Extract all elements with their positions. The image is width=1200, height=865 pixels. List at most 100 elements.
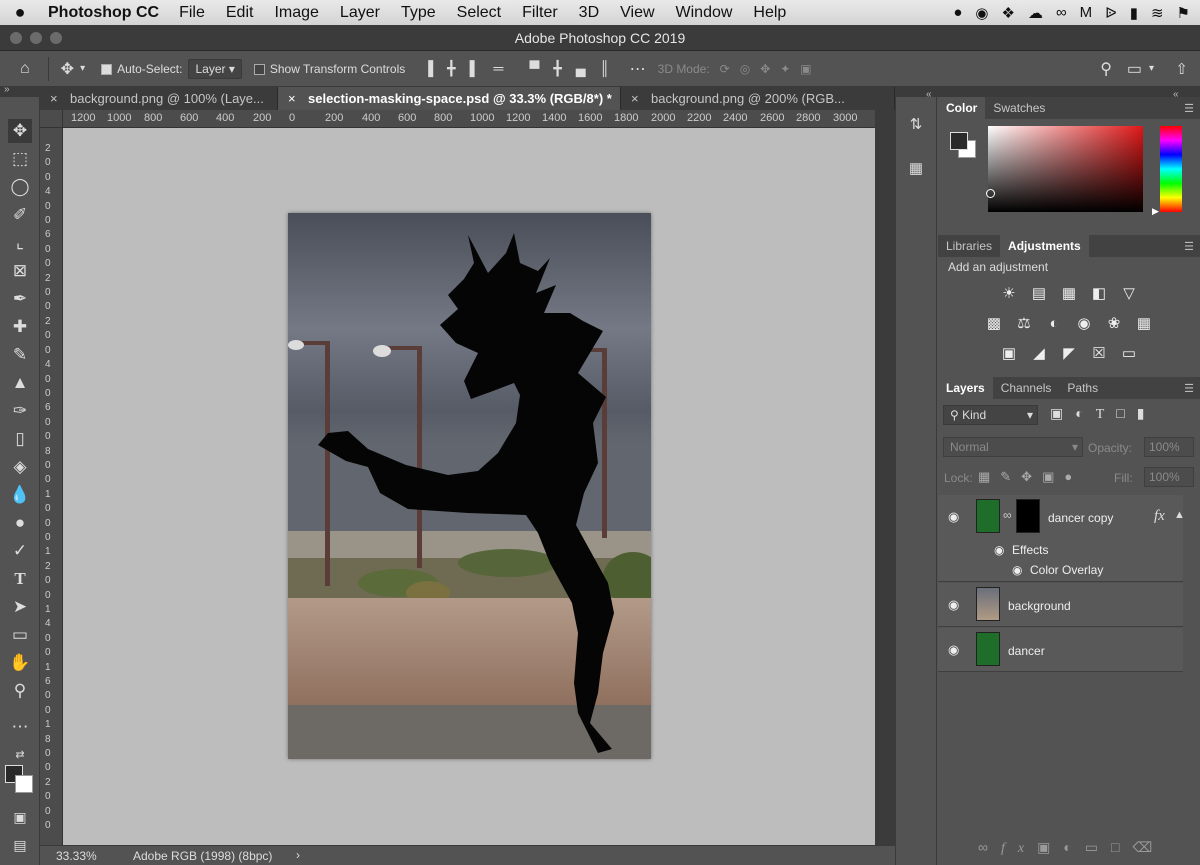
menu-3d[interactable]: 3D [579,4,599,22]
link-icon[interactable]: ∞ [1003,508,1012,522]
brightness-icon[interactable]: ☀ [998,283,1020,305]
more-options-icon[interactable]: ⋯ [630,59,646,79]
panel-menu-icon[interactable]: ☰ [1184,240,1194,253]
auto-select-checkbox[interactable] [101,62,117,76]
zoom-tool-icon[interactable]: ⚲ [8,679,32,703]
effects-eye-icon[interactable]: ◉ [994,543,1004,557]
layers-footer-icons[interactable]: ∞fx▣◐▭□⌫ [938,839,1200,863]
menu-filter[interactable]: Filter [522,4,558,22]
menu-view[interactable]: View [620,4,654,22]
layer-row-dancer[interactable]: ◉ dancer [938,628,1183,672]
color-lookup-icon[interactable]: ▦ [1133,313,1155,335]
crop-tool-icon[interactable]: ⌞ [8,231,32,255]
workspace-icon[interactable]: ▭ [1127,59,1142,79]
color-field[interactable] [988,126,1143,212]
move-tool-icon[interactable]: ✥ [8,119,32,143]
channel-mixer-icon[interactable]: ❀ [1103,313,1125,335]
close-tab-icon[interactable]: × [50,87,58,110]
marquee-tool-icon[interactable]: ⬚ [8,147,32,171]
layer-row-background[interactable]: ◉ background [938,583,1183,627]
tab-libraries[interactable]: Libraries [938,235,1000,257]
tab-channels[interactable]: Channels [993,377,1060,399]
menu-window[interactable]: Window [676,4,733,22]
apple-menu-icon[interactable]: ● [0,2,40,23]
tab-selection-masking-space[interactable]: × selection-masking-space.psd @ 33.3% (RG… [278,87,621,110]
exposure-icon[interactable]: ◧ [1088,283,1110,305]
show-transform-checkbox[interactable] [253,62,270,76]
history-brush-tool-icon[interactable]: ✑ [8,399,32,423]
blend-mode-dropdown[interactable]: Normal ▾ [943,437,1083,457]
m-app-icon[interactable]: M [1080,4,1093,21]
menu-help[interactable]: Help [753,4,786,22]
vibrance-icon[interactable]: ▽ [1118,283,1140,305]
opacity-field[interactable]: 100% [1144,437,1194,457]
filter-kind-dropdown[interactable]: ⚲ Kind ▾ [943,405,1038,425]
hand-tool-icon[interactable]: ✋ [8,651,32,675]
background-color-swatch[interactable] [15,775,33,793]
menu-select[interactable]: Select [457,4,501,22]
quick-mask-icon[interactable]: ▣ [8,805,32,829]
menu-file[interactable]: File [179,4,205,22]
share-icon[interactable]: ⇧ [1175,60,1188,78]
auto-select-dropdown[interactable]: Layer ▾ [188,58,242,79]
tab-background-200[interactable]: × background.png @ 200% (RGB... [621,87,895,110]
blur-tool-icon[interactable]: 💧 [8,483,32,507]
color-overlay-eye-icon[interactable]: ◉ [1012,563,1022,577]
brush-tool-icon[interactable]: ✎ [8,343,32,367]
tab-paths[interactable]: Paths [1059,377,1106,399]
history-panel-icon[interactable]: ⇅ [906,115,926,135]
status-menu-chevron-icon[interactable]: › [296,848,300,862]
eraser-tool-icon[interactable]: ▯ [8,427,32,451]
black-white-icon[interactable]: ◐ [1043,313,1065,335]
layer-name[interactable]: background [1008,599,1071,613]
zoom-window-icon[interactable] [50,32,62,44]
zoom-level[interactable]: 33.33% [56,849,97,863]
eye-icon[interactable]: ◉ [948,597,959,613]
menu-type[interactable]: Type [401,4,436,22]
layer-name[interactable]: dancer [1008,644,1045,658]
layer-row-dancer-copy[interactable]: ◉ ∞ dancer copy fx ▲ ◉ Effects ◉ Color O… [938,495,1185,582]
color-overlay-label[interactable]: Color Overlay [1030,563,1103,577]
properties-panel-icon[interactable]: ▦ [906,159,926,179]
color-picker-handle[interactable] [986,189,995,198]
invert-icon[interactable]: ▣ [998,343,1020,365]
status-circle-icon[interactable]: ● [953,4,962,21]
fg-color-chip[interactable] [950,132,968,150]
posterize-icon[interactable]: ◢ [1028,343,1050,365]
lasso-tool-icon[interactable]: ◯ [8,175,32,199]
screen-mode-icon[interactable]: ▤ [8,833,32,857]
workspace-chevron-icon[interactable]: ▾ [1149,63,1154,74]
lock-icons[interactable]: ▦✎✥▣● [978,469,1082,485]
paint-bucket-tool-icon[interactable]: ◈ [8,455,32,479]
tab-background-100[interactable]: × background.png @ 100% (Laye... [40,87,278,110]
levels-icon[interactable]: ▤ [1028,283,1050,305]
fx-icon[interactable]: fx [1154,508,1165,525]
creative-cloud-icon[interactable]: ∞ [1056,4,1067,21]
pen-tool-icon[interactable]: ✓ [8,539,32,563]
close-tab-icon[interactable]: × [631,87,639,110]
vertical-ruler[interactable]: 2 0 0 4 0 0 6 0 0 2 0 0 2 0 0 4 0 0 6 0 0 8 0 0 1 0 0 0 1 2 0 0 1 4 0 0 1 6 0 0… [40,128,63,845]
app-menu[interactable]: Photoshop CC [48,4,159,22]
dodge-tool-icon[interactable]: ● [8,511,32,535]
tool-preset-chevron-icon[interactable]: ▾ [80,63,85,74]
hue-saturation-icon[interactable]: ▩ [983,313,1005,335]
search-icon[interactable]: ⚲ [1100,59,1112,79]
expand-tools-icon[interactable]: » [4,84,10,95]
menu-layer[interactable]: Layer [340,4,380,22]
tab-color[interactable]: Color [938,97,986,119]
dropbox-icon[interactable]: ❖ [1002,4,1015,22]
photo-filter-icon[interactable]: ◉ [1073,313,1095,335]
gradient-map-icon[interactable]: ▭ [1118,343,1140,365]
wifi-icon[interactable]: ≋ [1151,4,1164,22]
curves-icon[interactable]: ▦ [1058,283,1080,305]
eye-icon[interactable]: ◉ [948,642,959,658]
flag-icon[interactable]: ⚑ [1177,4,1190,22]
selective-color-icon[interactable]: ☒ [1088,343,1110,365]
3d-mode-icons[interactable]: ⟳◎✥✦▣ [720,62,822,76]
healing-brush-tool-icon[interactable]: ✚ [8,315,32,339]
align-icons[interactable]: ▐╋▌═ [423,60,517,77]
threshold-icon[interactable]: ◤ [1058,343,1080,365]
clone-stamp-tool-icon[interactable]: ▲ [8,371,32,395]
eyedropper-tool-icon[interactable]: ✒ [8,287,32,311]
menu-image[interactable]: Image [274,4,318,22]
